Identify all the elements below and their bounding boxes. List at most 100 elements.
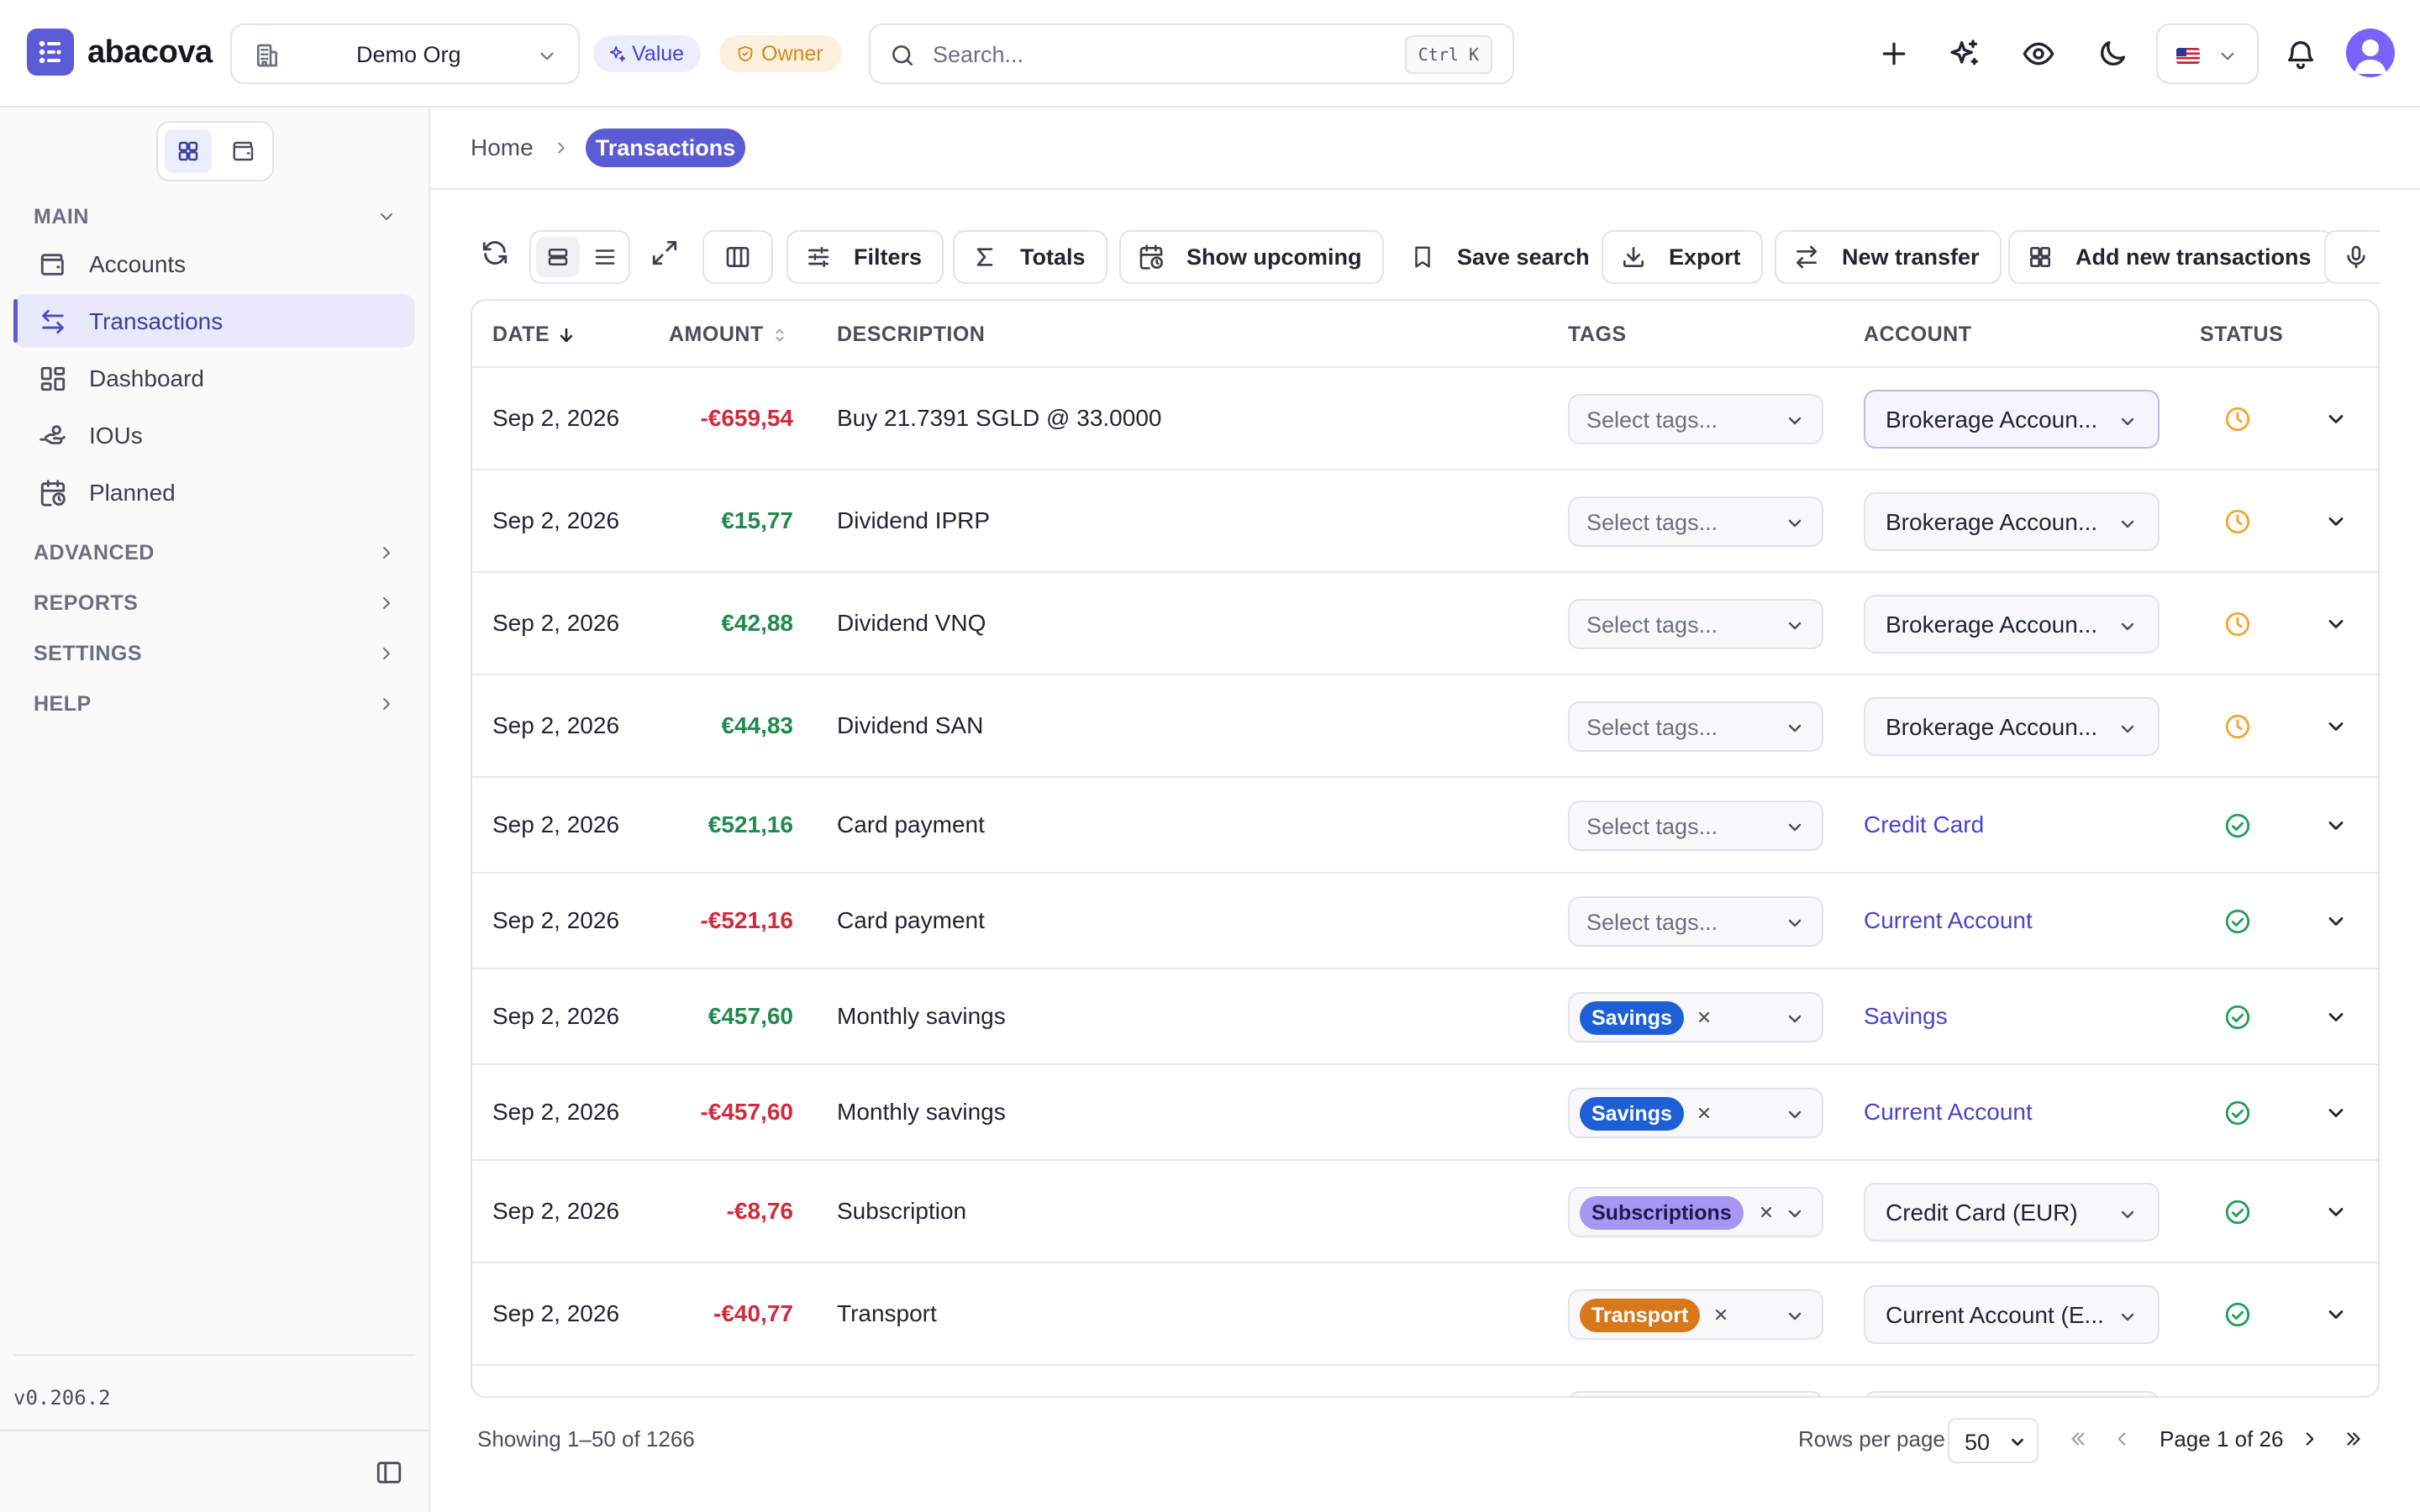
account-link[interactable]: Credit Card bbox=[1864, 811, 1984, 838]
tags-select[interactable]: Subscriptions bbox=[1568, 1187, 1823, 1237]
tags-select[interactable] bbox=[1568, 1391, 1823, 1396]
sidebar-item-accounts[interactable]: Accounts bbox=[13, 237, 415, 291]
tags-select[interactable]: Select tags... bbox=[1568, 701, 1823, 752]
row-description[interactable]: Card payment bbox=[837, 811, 985, 838]
columns-button[interactable] bbox=[702, 230, 773, 284]
expand-row-icon[interactable] bbox=[2324, 715, 2348, 738]
tags-select[interactable]: Select tags... bbox=[1568, 599, 1823, 649]
sidebar-item-planned[interactable]: Planned bbox=[13, 465, 415, 519]
expand-row-icon[interactable] bbox=[2324, 1101, 2348, 1125]
next-page-icon[interactable] bbox=[2299, 1428, 2321, 1450]
column-header-description[interactable]: DESCRIPTION bbox=[837, 323, 985, 347]
sidebar-section-settings[interactable]: SETTINGS bbox=[34, 637, 397, 670]
row-description[interactable]: Monthly savings bbox=[837, 1003, 1006, 1030]
row-description[interactable]: Dividend VNQ bbox=[837, 610, 986, 637]
account-link[interactable]: Savings bbox=[1864, 1003, 1948, 1030]
tags-select[interactable]: Select tags... bbox=[1568, 801, 1823, 851]
account-select[interactable]: Credit Card (EUR) bbox=[1864, 1183, 2160, 1242]
column-header-date[interactable]: DATE bbox=[492, 323, 576, 347]
column-header-amount[interactable]: AMOUNT bbox=[669, 323, 789, 347]
account-select[interactable]: Brokerage Accoun... bbox=[1864, 697, 2160, 756]
remove-tag-icon[interactable] bbox=[1696, 1105, 1712, 1121]
row-description[interactable]: Subscription bbox=[837, 1198, 966, 1225]
tags-select[interactable]: Select tags... bbox=[1568, 896, 1823, 947]
refresh-icon[interactable] bbox=[481, 239, 509, 267]
add-new-transactions-button[interactable]: Add new transactions bbox=[2008, 230, 2333, 284]
remove-tag-icon[interactable] bbox=[1758, 1204, 1775, 1221]
column-header-account[interactable]: ACCOUNT bbox=[1864, 323, 1972, 347]
bell-icon[interactable] bbox=[2284, 37, 2317, 71]
plus-icon[interactable] bbox=[1877, 37, 1911, 71]
row-description[interactable]: Monthly savings bbox=[837, 1099, 1006, 1126]
row-description[interactable]: Dividend SAN bbox=[837, 712, 983, 739]
totals-button[interactable]: Totals bbox=[953, 230, 1107, 284]
breadcrumb-home[interactable]: Home bbox=[471, 134, 534, 161]
expand-row-icon[interactable] bbox=[2324, 612, 2348, 636]
row-description[interactable]: Dividend IPRP bbox=[837, 507, 990, 534]
remove-tag-icon[interactable] bbox=[1712, 1306, 1729, 1323]
table-row[interactable]: Sep 2, 2026 -€521,16 Card payment Select ta… bbox=[472, 874, 2378, 969]
expand-icon[interactable] bbox=[650, 239, 679, 267]
filters-button[interactable]: Filters bbox=[786, 230, 944, 284]
expand-row-icon[interactable] bbox=[2324, 910, 2348, 933]
account-select[interactable] bbox=[1864, 1391, 2160, 1396]
table-row[interactable]: Sep 2, 2026 €15,77 Dividend IPRP Select tag… bbox=[472, 470, 2378, 573]
expand-row-icon[interactable] bbox=[2324, 510, 2348, 533]
rows-expanded-icon[interactable] bbox=[536, 237, 580, 277]
sidebar-section-help[interactable]: HELP bbox=[34, 687, 397, 721]
search-input[interactable]: Search... bbox=[933, 42, 1023, 68]
column-header-status[interactable]: STATUS bbox=[2200, 323, 2283, 347]
tags-select[interactable]: Select tags... bbox=[1568, 394, 1823, 444]
sidebar-section-advanced[interactable]: ADVANCED bbox=[34, 536, 397, 570]
table-row[interactable]: Sep 2, 2026 €521,16 Card payment Select tag… bbox=[472, 778, 2378, 874]
table-row[interactable]: Sep 2, 2026 -€457,60 Monthly savings Saving… bbox=[472, 1065, 2378, 1161]
sidebar-collapse-icon[interactable] bbox=[375, 1458, 403, 1487]
app-logo[interactable]: abacova bbox=[27, 29, 213, 76]
account-select[interactable]: Brokerage Accoun... bbox=[1864, 492, 2160, 551]
account-link[interactable]: Current Account bbox=[1864, 1099, 2033, 1126]
first-page-icon[interactable] bbox=[2067, 1428, 2089, 1450]
remove-tag-icon[interactable] bbox=[1696, 1009, 1712, 1026]
table-row[interactable]: Sep 2, 2026 -€659,54 Buy 21.7391 SGLD @ 33… bbox=[472, 368, 2378, 470]
save-search-button[interactable]: Save search bbox=[1392, 230, 1612, 284]
expand-row-icon[interactable] bbox=[2324, 1005, 2348, 1029]
table-row[interactable]: Sep 2, 2026 -€40,77 Transport Transport Curr… bbox=[472, 1263, 2378, 1366]
avatar[interactable] bbox=[2346, 29, 2395, 77]
tags-select[interactable]: Savings bbox=[1568, 1088, 1823, 1138]
export-button[interactable]: Export bbox=[1602, 230, 1763, 284]
voice-input-button[interactable] bbox=[2324, 230, 2380, 284]
expand-row-icon[interactable] bbox=[2324, 407, 2348, 431]
row-description[interactable]: Card payment bbox=[837, 907, 985, 934]
tags-select[interactable]: Transport bbox=[1568, 1289, 1823, 1340]
show-upcoming-button[interactable]: Show upcoming bbox=[1119, 230, 1384, 284]
last-page-icon[interactable] bbox=[2343, 1428, 2365, 1450]
row-description[interactable]: Buy 21.7391 SGLD @ 33.0000 bbox=[837, 405, 1161, 432]
sidebar-item-transactions[interactable]: Transactions bbox=[13, 294, 415, 348]
wallet-view-icon[interactable] bbox=[220, 129, 267, 173]
sidebar-section-reports[interactable]: REPORTS bbox=[34, 586, 397, 620]
language-selector[interactable] bbox=[2156, 24, 2259, 84]
moon-icon[interactable] bbox=[2096, 37, 2129, 71]
sparkles-icon[interactable] bbox=[1948, 37, 1981, 71]
account-select[interactable]: Current Account (E... bbox=[1864, 1285, 2160, 1344]
new-transfer-button[interactable]: New transfer bbox=[1775, 230, 2002, 284]
sidebar-section-main[interactable]: MAIN bbox=[34, 200, 397, 234]
eye-icon[interactable] bbox=[2022, 37, 2055, 71]
column-header-tags[interactable]: TAGS bbox=[1568, 323, 1627, 347]
row-description[interactable]: Transport bbox=[837, 1300, 937, 1327]
account-select[interactable]: Brokerage Accoun... bbox=[1864, 390, 2160, 449]
rows-per-page-select[interactable]: 50 bbox=[1948, 1418, 2039, 1463]
expand-row-icon[interactable] bbox=[2324, 814, 2348, 837]
table-row[interactable]: Sep 2, 2026 €42,88 Dividend VNQ Select tags… bbox=[472, 573, 2378, 675]
previous-page-icon[interactable] bbox=[2111, 1428, 2133, 1450]
account-link[interactable]: Current Account bbox=[1864, 907, 2033, 934]
org-selector[interactable]: Demo Org bbox=[230, 24, 580, 84]
global-search[interactable]: Search... Ctrl K bbox=[869, 24, 1514, 84]
rows-compact-icon[interactable] bbox=[583, 237, 627, 277]
table-row[interactable]: Sep 2, 2026 €44,83 Dividend SAN Select tags… bbox=[472, 675, 2378, 778]
grid-view-icon[interactable] bbox=[165, 129, 212, 173]
table-row[interactable]: Sep 2, 2026 €457,60 Monthly savings Savings… bbox=[472, 969, 2378, 1065]
sidebar-item-dashboard[interactable]: Dashboard bbox=[13, 351, 415, 405]
expand-row-icon[interactable] bbox=[2324, 1303, 2348, 1326]
expand-row-icon[interactable] bbox=[2324, 1200, 2348, 1224]
